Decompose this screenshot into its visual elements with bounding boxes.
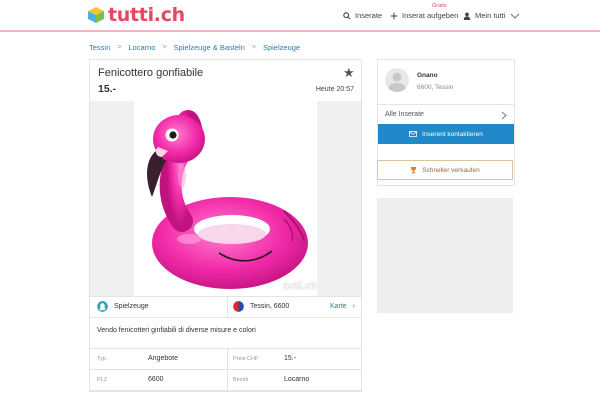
chevron-down-icon <box>511 13 520 19</box>
table-row: PLZ 6600 Bezirk Locarno <box>90 370 361 391</box>
listing-price: 15.- <box>98 83 117 95</box>
location-label: Tessin, 6600 <box>250 303 290 310</box>
detail-label: PLZ <box>97 377 108 383</box>
plus-icon <box>390 12 398 19</box>
details-table: Typ Angebote Preis CHF 15.- PLZ 6600 Bez… <box>90 348 361 391</box>
listing-photo[interactable]: tutti.ch <box>134 101 317 296</box>
listing-date: Heute 20:57 <box>315 86 354 93</box>
breadcrumb-chevron-icon: > <box>162 44 167 51</box>
table-divider <box>227 370 228 390</box>
detail-value: 15.- <box>284 355 297 362</box>
all-ads-label: Alle Inserate <box>385 111 424 118</box>
location-item: Tessin, 6600 <box>233 301 289 312</box>
trophy-icon <box>411 166 417 174</box>
post-ad-label: Inserat aufgeben <box>402 11 459 20</box>
post-ad-link[interactable]: Inserat aufgeben <box>390 11 458 20</box>
map-link[interactable]: Karte › <box>330 303 355 310</box>
seller-location: 6600, Tessin <box>417 84 454 91</box>
sell-faster-button[interactable]: Schneller verkaufen <box>377 160 513 180</box>
chevron-right-icon: › <box>352 303 355 310</box>
contact-seller-label: Inserent kontaktieren <box>422 130 483 138</box>
meta-divider <box>227 297 228 317</box>
detail-value: 6600 <box>148 376 164 383</box>
all-ads-link[interactable]: Alle Inserate <box>378 104 514 125</box>
breadcrumb-chevron-icon: > <box>251 44 256 51</box>
photo-gallery[interactable]: tutti.ch <box>90 101 361 296</box>
breadcrumb-item-tessin[interactable]: Tessin <box>89 43 110 52</box>
detail-value: Locarno <box>284 376 310 383</box>
canton-flag-icon <box>233 301 244 312</box>
search-ads-link[interactable]: Inserate <box>343 11 382 20</box>
avatar[interactable] <box>385 68 409 92</box>
logo-cube-icon <box>88 7 104 23</box>
listing-description: Vendo fenicotteri ginfiabili di diverse … <box>97 327 256 334</box>
detail-label: Preis CHF <box>233 356 259 362</box>
contact-seller-button[interactable]: Inserent kontaktieren <box>378 124 514 144</box>
breadcrumb: Tessin > Locarno > Spielzeuge & Basteln … <box>89 43 300 52</box>
table-row: Typ Angebote Preis CHF 15.- <box>90 349 361 370</box>
logo-text: tutti.ch <box>108 4 185 26</box>
envelope-icon <box>409 131 418 137</box>
top-header: tutti.ch Inserate Gratis Inserat aufgebe… <box>0 0 600 30</box>
breadcrumb-item-locarno[interactable]: Locarno <box>128 43 155 52</box>
listing-card: Fenicottero gonfiabile ★ 15.- Heute 20:5… <box>89 59 362 392</box>
category-item[interactable]: Spielzeuge <box>97 301 149 312</box>
toy-category-icon <box>97 301 108 312</box>
ad-placeholder <box>377 198 513 313</box>
flamingo-float-image <box>147 110 308 289</box>
detail-label: Bezirk <box>233 377 249 383</box>
breadcrumb-item-spielzeuge-basteln[interactable]: Spielzeuge & Basteln <box>174 43 245 52</box>
account-menu[interactable]: Mein tutti <box>463 11 524 20</box>
listing-meta-row: Spielzeuge Tessin, 6600 Karte › <box>90 296 361 318</box>
search-icon <box>343 11 351 20</box>
detail-value: Angebote <box>148 355 178 362</box>
table-divider <box>227 349 228 369</box>
map-link-label: Karte <box>329 303 347 310</box>
search-ads-label: Inserate <box>355 11 383 20</box>
breadcrumb-item-spielzeuge[interactable]: Spielzeuge <box>263 43 300 52</box>
photo-watermark: tutti.ch <box>283 281 317 292</box>
category-label: Spielzeuge <box>114 303 149 310</box>
account-label: Mein tutti <box>475 11 506 20</box>
user-icon <box>463 12 471 20</box>
sell-faster-label: Schneller verkaufen <box>422 166 480 174</box>
default-avatar-icon <box>388 72 406 92</box>
header-divider <box>0 30 600 32</box>
listing-title: Fenicottero gonfiabile <box>98 67 204 79</box>
breadcrumb-chevron-icon: > <box>117 44 122 51</box>
tutti-logo[interactable]: tutti.ch <box>87 4 185 26</box>
favorite-star-icon[interactable]: ★ <box>343 65 355 81</box>
gratis-badge: Gratis <box>432 3 447 9</box>
seller-name: Gnano <box>417 72 438 79</box>
chevron-right-icon <box>501 111 507 120</box>
detail-label: Typ <box>97 356 106 362</box>
